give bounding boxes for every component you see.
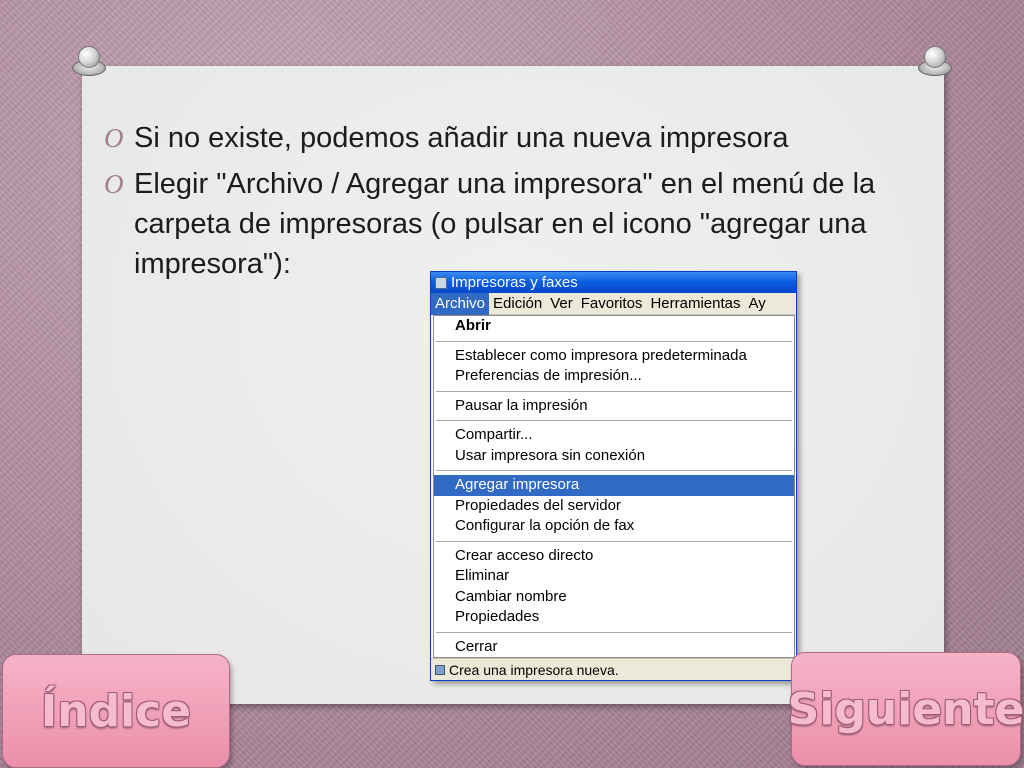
printer-folder-icon [435,276,447,289]
menu-item[interactable]: Propiedades del servidor [434,496,794,517]
bullet-text: Elegir "Archivo / Agregar una impresora"… [134,168,876,280]
menu-item[interactable]: Compartir... [434,425,794,446]
menu-separator [436,631,792,633]
menu-item[interactable]: Usar impresora sin conexión [434,446,794,467]
menu-item[interactable]: Propiedades [434,607,794,628]
menu-item[interactable]: Establecer como impresora predeterminada [434,346,794,367]
menu-favoritos[interactable]: Favoritos [577,293,647,315]
bullet-item: O Si no existe, podemos añadir una nueva… [104,118,934,158]
menu-edicion[interactable]: Edición [489,293,546,315]
index-button[interactable]: Índice [2,654,230,768]
next-label: Siguiente [787,683,1024,735]
status-bar: Crea una impresora nueva. [431,658,796,680]
bullet-item: O Elegir "Archivo / Agregar una impresor… [104,164,934,284]
menu-item[interactable]: Eliminar [434,566,794,587]
status-text: Crea una impresora nueva. [449,661,619,678]
menu-separator [436,470,792,471]
menu-item[interactable]: Cambiar nombre [434,587,794,608]
window-title: Impresoras y faxes [451,274,578,291]
menu-item[interactable]: Agregar impresora [434,475,794,496]
menu-item[interactable]: Pausar la impresión [434,396,794,417]
menu-ayuda[interactable]: Ay [744,293,769,315]
index-label: Índice [40,685,192,737]
menu-ver[interactable]: Ver [546,293,577,315]
next-button[interactable]: Siguiente [787,652,1024,766]
menu-item[interactable]: Abrir [434,316,794,337]
pushpin-icon [918,44,954,80]
menu-archivo[interactable]: Archivo [431,292,490,315]
window-titlebar[interactable]: Impresoras y faxes [431,272,796,293]
menu-item[interactable]: Configurar la opción de fax [434,516,794,537]
archivo-dropdown-menu: Abrir Establecer como impresora predeterm… [433,315,795,658]
menu-separator [436,540,792,542]
bullet-text: Si no existe, podemos añadir una nueva i… [134,122,789,154]
menu-separator [436,340,792,342]
bullet-marker-icon: O [104,169,124,199]
menu-separator [436,420,792,421]
menu-item[interactable]: Cerrar [434,637,794,658]
pushpin-icon [72,44,108,80]
printers-window: Impresoras y faxes Archivo Edición Ver F… [430,271,797,681]
menu-bar: Archivo Edición Ver Favoritos Herramient… [431,292,796,315]
menu-separator [436,390,792,392]
status-icon [435,664,445,675]
bullet-marker-icon: O [104,123,124,153]
menu-item[interactable]: Crear acceso directo [434,546,794,567]
bullet-list: O Si no existe, podemos añadir una nueva… [104,118,934,290]
menu-item[interactable]: Preferencias de impresión... [434,366,794,387]
menu-herramientas[interactable]: Herramientas [646,293,744,315]
